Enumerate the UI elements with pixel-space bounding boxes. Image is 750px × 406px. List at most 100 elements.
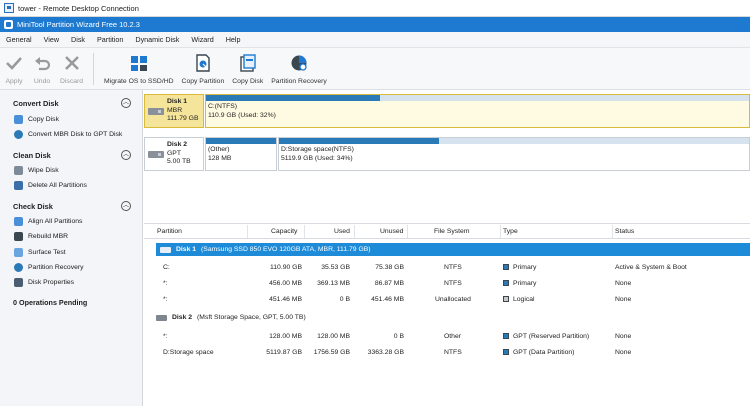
type-swatch <box>503 333 509 339</box>
partition-table: Partition Capacity Used Unused File Syst… <box>144 223 750 406</box>
cell-used: 35.53 GB <box>321 264 350 271</box>
main-area: Disk 1 MBR 111.79 GB C:(NTFS) 110.9 GB (… <box>144 90 750 406</box>
table-row[interactable]: *: 451.46 MB 0 B 451.46 MB Unallocated L… <box>144 292 750 307</box>
menu-disk[interactable]: Disk <box>65 35 91 44</box>
cell-used: 369.13 MB <box>317 280 350 287</box>
partition-detail: 110.9 GB (Used: 32%) <box>208 111 276 119</box>
partition-recovery-icon <box>289 53 309 73</box>
menu-general[interactable]: General <box>0 35 38 44</box>
cell-capacity: 5119.87 GB <box>266 349 302 356</box>
col-capacity[interactable]: Capacity <box>271 228 297 235</box>
disk-map-disk1[interactable]: Disk 1 MBR 111.79 GB C:(NTFS) 110.9 GB (… <box>144 94 750 128</box>
check-disk-heading: Check Disk <box>13 202 53 211</box>
cell-type: Logical <box>513 296 535 303</box>
migrate-os-button[interactable]: Migrate OS to SSD/HD <box>100 48 178 90</box>
cell-file-system: Other <box>444 333 461 340</box>
table-row[interactable]: C: 110.90 GB 35.53 GB 75.38 GB NTFS Prim… <box>144 260 750 275</box>
partition-recovery-button[interactable]: Partition Recovery <box>267 48 331 90</box>
discard-x-icon <box>62 53 82 73</box>
disk2-info-block[interactable]: Disk 2 GPT 5.00 TB <box>144 137 204 171</box>
partition-recovery-small-icon <box>14 263 23 272</box>
cell-status: None <box>615 296 632 303</box>
hard-disk-icon <box>148 151 164 158</box>
action-copy-disk[interactable]: Copy Disk <box>14 115 59 124</box>
hard-disk-icon <box>148 108 164 115</box>
disk1-name: Disk 1 <box>167 98 188 105</box>
convert-disk-heading: Convert Disk <box>13 99 59 108</box>
collapse-check-disk-icon[interactable]: ︿ <box>121 201 131 211</box>
partition-block-other[interactable]: (Other) 128 MB <box>205 137 277 171</box>
action-align-all-partitions[interactable]: Align All Partitions <box>14 217 82 226</box>
col-divider <box>354 225 355 238</box>
hard-disk-icon <box>156 314 167 321</box>
cell-file-system: NTFS <box>444 349 462 356</box>
undo-arrow-icon <box>32 53 52 73</box>
cell-capacity: 110.90 GB <box>270 264 302 271</box>
cell-partition: *: <box>163 280 168 287</box>
action-partition-recovery-label: Partition Recovery <box>28 264 84 271</box>
migrate-os-label: Migrate OS to SSD/HD <box>104 78 174 85</box>
table-header: Partition Capacity Used Unused File Syst… <box>144 223 750 239</box>
table-row[interactable]: D:Storage space 5119.87 GB 1756.59 GB 33… <box>144 345 750 360</box>
collapse-clean-disk-icon[interactable]: ︿ <box>121 150 131 160</box>
disk1-group-row[interactable]: Disk 1 (Samsung SSD 850 EVO 120GB ATA, M… <box>156 243 750 256</box>
col-status[interactable]: Status <box>615 228 634 235</box>
col-divider <box>500 225 501 238</box>
copy-partition-label: Copy Partition <box>181 78 225 85</box>
rebuild-mbr-icon <box>14 232 23 241</box>
col-file-system[interactable]: File System <box>434 228 470 235</box>
disk2-size: 5.00 TB <box>167 158 191 165</box>
disk1-row-name: Disk 1 <box>176 246 197 253</box>
cell-unused: 86.87 MB <box>374 280 404 287</box>
cell-used: 1756.59 GB <box>313 349 350 356</box>
discard-button[interactable]: Discard <box>56 48 87 90</box>
cell-file-system: NTFS <box>444 280 462 287</box>
menu-dynamic-disk[interactable]: Dynamic Disk <box>129 35 185 44</box>
undo-button[interactable]: Undo <box>28 48 56 90</box>
col-partition[interactable]: Partition <box>157 228 182 235</box>
usage-bar-fill <box>206 95 380 101</box>
col-used[interactable]: Used <box>334 228 350 235</box>
partition-recovery-label: Partition Recovery <box>271 78 327 85</box>
disk-properties-icon <box>14 278 23 287</box>
col-unused[interactable]: Unused <box>380 228 403 235</box>
menu-view[interactable]: View <box>38 35 65 44</box>
discard-label: Discard <box>60 78 84 85</box>
apply-button[interactable]: Apply <box>0 48 28 90</box>
action-disk-properties[interactable]: Disk Properties <box>14 278 74 287</box>
col-type[interactable]: Type <box>503 228 518 235</box>
operations-pending: 0 Operations Pending <box>13 298 88 307</box>
table-row[interactable]: *: 456.00 MB 369.13 MB 86.87 MB NTFS Pri… <box>144 276 750 291</box>
action-partition-recovery[interactable]: Partition Recovery <box>14 263 84 272</box>
align-icon <box>14 217 23 226</box>
copy-partition-button[interactable]: Copy Partition <box>178 48 229 90</box>
cell-status: None <box>615 280 632 287</box>
action-delete-all-partitions[interactable]: Delete All Partitions <box>14 181 87 190</box>
disk2-group-row[interactable]: Disk 2 (Msft Storage Space, GPT, 5.00 TB… <box>156 311 306 324</box>
action-rebuild-mbr[interactable]: Rebuild MBR <box>14 232 68 241</box>
cell-type: Primary <box>513 280 537 287</box>
action-wipe-disk[interactable]: Wipe Disk <box>14 166 59 175</box>
action-convert-mbr-to-gpt[interactable]: Convert MBR Disk to GPT Disk <box>14 130 122 139</box>
type-swatch <box>503 280 509 286</box>
type-swatch <box>503 264 509 270</box>
menu-bar: General View Disk Partition Dynamic Disk… <box>0 32 750 48</box>
delete-partitions-icon <box>14 181 23 190</box>
usage-bar <box>206 138 276 144</box>
partition-block-d[interactable]: D:Storage space(NTFS) 5119.9 GB (Used: 3… <box>278 137 750 171</box>
partition-block-c[interactable]: C:(NTFS) 110.9 GB (Used: 32%) <box>205 94 750 128</box>
undo-label: Undo <box>33 78 51 85</box>
table-row[interactable]: *: 128.00 MB 128.00 MB 0 B Other GPT (Re… <box>144 329 750 344</box>
disk-map-disk2[interactable]: Disk 2 GPT 5.00 TB (Other) 128 MB D:Stor… <box>144 137 750 171</box>
copy-disk-button[interactable]: Copy Disk <box>228 48 267 90</box>
action-disk-properties-label: Disk Properties <box>28 279 75 286</box>
action-surface-test[interactable]: Surface Test <box>14 248 66 257</box>
collapse-convert-disk-icon[interactable]: ︿ <box>121 98 131 108</box>
disk1-info-block[interactable]: Disk 1 MBR 111.79 GB <box>144 94 204 128</box>
menu-wizard[interactable]: Wizard <box>185 35 219 44</box>
menu-help[interactable]: Help <box>220 35 247 44</box>
action-align-label: Align All Partitions <box>28 218 83 225</box>
menu-partition[interactable]: Partition <box>91 35 129 44</box>
cell-unused: 0 B <box>393 333 404 340</box>
partition-detail: 5119.9 GB (Used: 34%) <box>281 154 353 162</box>
